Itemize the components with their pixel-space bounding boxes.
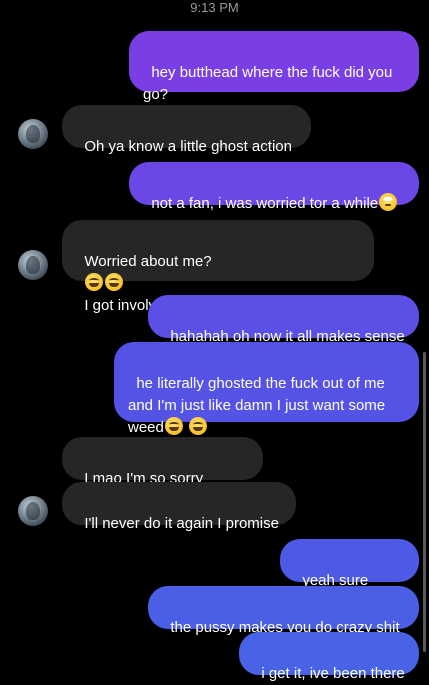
outgoing-message[interactable]: he literally ghosted the fuck out of me … [114, 342, 419, 436]
outgoing-message[interactable]: i get it, ive been there [239, 632, 419, 682]
outgoing-message[interactable]: hahahah oh now it all makes sense [148, 295, 419, 345]
face-with-rolling-eyes-emoji-icon [379, 193, 398, 211]
message-text: i get it, ive been there [261, 665, 405, 682]
contact-avatar[interactable] [18, 250, 48, 280]
incoming-message[interactable]: Worried about me? I got involved with a … [62, 220, 374, 314]
incoming-message[interactable]: Oh ya know a little ghost action [62, 105, 311, 155]
outgoing-message[interactable]: not a fan, i was worried tor a while [129, 162, 419, 212]
incoming-message[interactable]: I'll never do it again I promise [62, 482, 296, 532]
grinning-sweat-emoji-icon [105, 273, 124, 291]
message-text: Worried about me? [84, 253, 212, 270]
contact-avatar[interactable] [18, 496, 48, 526]
outgoing-message[interactable]: the pussy makes you do crazy shit [148, 586, 419, 636]
grinning-sweat-emoji-icon [85, 273, 104, 291]
message-text: hey butthead where the fuck did you go? [143, 64, 397, 103]
grinning-sweat-emoji-icon [164, 417, 183, 435]
grinning-sweat-emoji-icon [189, 417, 208, 435]
message-text: not a fan, i was worried tor a while [151, 195, 379, 212]
message-text: Oh ya know a little ghost action [84, 138, 292, 155]
message-timestamp: 9:13 PM [190, 0, 239, 15]
scrollbar[interactable] [423, 352, 426, 652]
message-text: I'll never do it again I promise [84, 515, 279, 532]
outgoing-message[interactable]: hey butthead where the fuck did you go? [129, 31, 419, 103]
incoming-message[interactable]: Lmao I'm so sorry [62, 437, 263, 508]
contact-avatar[interactable] [18, 119, 48, 149]
outgoing-message[interactable]: yeah sure lmfao [280, 539, 419, 611]
